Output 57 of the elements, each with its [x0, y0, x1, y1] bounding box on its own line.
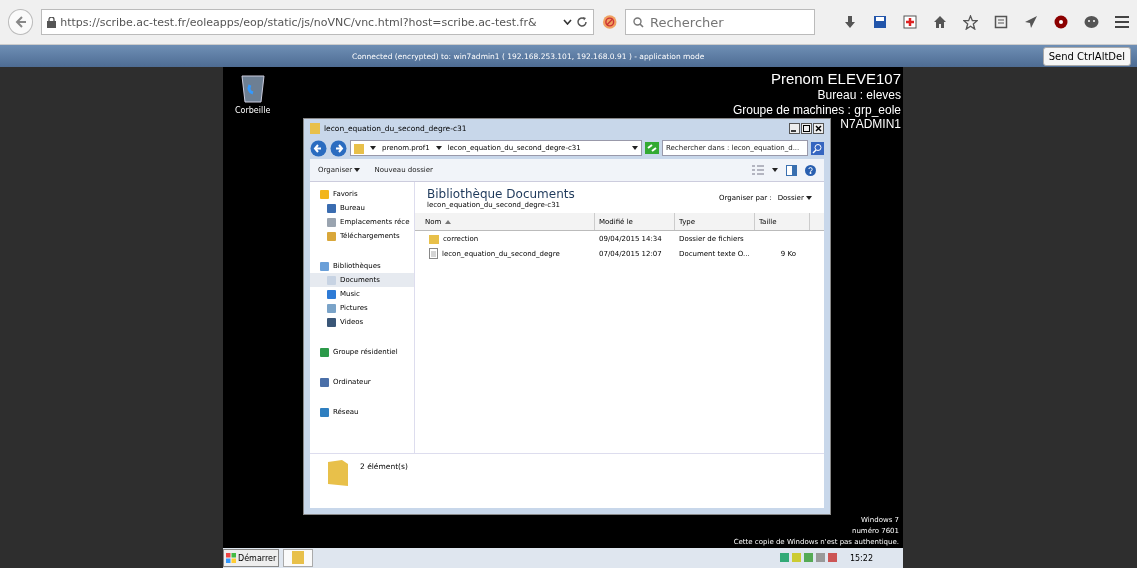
help-icon[interactable] — [805, 164, 816, 176]
search-icon — [633, 17, 644, 28]
url-text: https://scribe.ac-test.fr/eoleapps/eop/static/js/noVNC/vnc.html?host=scribe.ac-test.fr& — [60, 15, 538, 29]
recycle-bin-icon[interactable] — [239, 73, 266, 103]
blocked-icon[interactable] — [601, 14, 617, 30]
recycle-bin-label[interactable]: Corbeille — [235, 106, 271, 115]
search-icon[interactable] — [811, 141, 824, 155]
maximize-icon[interactable] — [801, 122, 812, 134]
session-info: N7ADMIN1 — [840, 117, 901, 132]
folder-icon — [354, 142, 364, 154]
reload-icon[interactable] — [575, 16, 588, 28]
lock-icon — [47, 16, 57, 28]
nav-item-icon — [320, 377, 329, 387]
caret-icon[interactable] — [370, 146, 376, 150]
save-icon[interactable] — [873, 15, 887, 29]
folder-icon — [292, 550, 305, 564]
nav-item-icon — [320, 347, 329, 357]
tray-icons[interactable] — [779, 553, 840, 563]
caret-icon[interactable] — [435, 146, 442, 150]
caret-icon — [806, 196, 812, 200]
search-field[interactable]: Rechercher — [625, 9, 815, 35]
caret-icon[interactable] — [772, 168, 778, 172]
forward-icon[interactable] — [330, 139, 347, 157]
refresh-icon[interactable] — [645, 142, 659, 154]
preview-pane-icon[interactable] — [786, 164, 797, 176]
shield-icon[interactable] — [1054, 15, 1068, 29]
library-title: Bibliothèque Documents — [427, 187, 576, 201]
home-icon[interactable] — [933, 15, 947, 29]
address-bar[interactable]: https://scribe.ac-test.fr/eoleapps/eop/static/js/noVNC/vnc.html?host=scribe.ac-test.fr& — [41, 9, 594, 35]
caret-icon[interactable] — [632, 146, 638, 150]
back-icon[interactable] — [310, 139, 327, 157]
menu-icon[interactable] — [1115, 16, 1129, 28]
caret-icon — [354, 168, 361, 172]
nav-item-icon — [320, 407, 329, 417]
clock: 15:22 — [849, 553, 873, 563]
session-info: Groupe de machines : grp_eole — [732, 102, 901, 117]
send-ctrl-alt-del-button[interactable]: Send CtrlAltDel — [1042, 47, 1131, 66]
folder-icon — [310, 122, 320, 134]
windows-logo-icon — [226, 553, 236, 563]
session-info: Prenom ELEVE107 — [770, 70, 901, 88]
back-arrow-icon — [13, 15, 28, 29]
session-info: Bureau : eleves — [817, 88, 901, 103]
sort-arrow-icon — [445, 219, 452, 224]
back-button[interactable] — [8, 9, 34, 35]
reading-list-icon[interactable] — [994, 15, 1008, 29]
folder-icon — [429, 233, 439, 244]
start-button[interactable]: Démarrer — [223, 549, 280, 567]
send-icon[interactable] — [1024, 15, 1038, 29]
close-icon[interactable] — [813, 122, 824, 134]
folder-icon — [328, 460, 348, 486]
chat-icon[interactable] — [1084, 15, 1099, 29]
document-icon — [429, 248, 438, 259]
first-aid-icon[interactable] — [903, 15, 917, 29]
dropdown-icon[interactable] — [562, 19, 572, 25]
download-icon[interactable] — [843, 15, 857, 29]
star-icon[interactable] — [963, 14, 978, 30]
minimize-icon[interactable] — [789, 122, 800, 134]
